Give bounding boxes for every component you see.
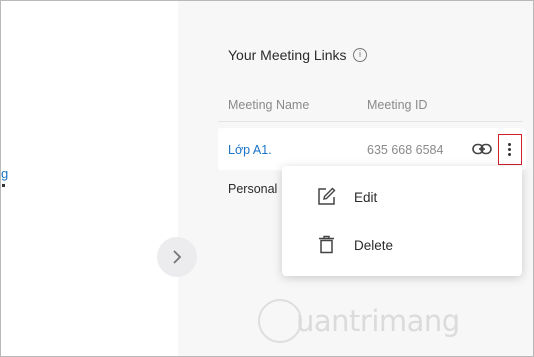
more-dot — [508, 148, 511, 151]
chevron-right-icon — [173, 250, 182, 264]
more-dot — [508, 153, 511, 156]
more-dot — [508, 143, 511, 146]
trash-icon — [317, 235, 336, 259]
more-options-button[interactable] — [498, 134, 522, 165]
table-row[interactable]: Lớp A1. 635 668 6584 — [218, 128, 526, 170]
context-menu: Edit Delete — [282, 166, 522, 276]
menu-item-delete[interactable]: Delete — [282, 223, 522, 267]
column-header-meeting-name: Meeting Name — [228, 98, 310, 112]
left-link[interactable]: g — [1, 166, 8, 181]
meeting-name-link[interactable]: Lớp A1. — [228, 143, 272, 157]
header-divider — [218, 121, 523, 122]
watermark-text: uantrimang — [296, 304, 460, 338]
menu-item-label: Edit — [354, 190, 378, 205]
meeting-name-link[interactable]: Personal M — [228, 182, 281, 196]
window: g Your Meeting Links i Meeting Name Meet… — [0, 0, 534, 357]
collapse-arrow-button[interactable] — [157, 237, 197, 277]
menu-item-label: Delete — [354, 238, 394, 253]
copy-link-icon[interactable] — [472, 141, 492, 162]
section-title: Your Meeting Links — [228, 47, 347, 63]
edit-icon — [317, 187, 336, 211]
menu-item-edit[interactable]: Edit — [282, 175, 522, 219]
meeting-id: 635 668 6584 — [367, 143, 444, 157]
watermark: uantrimang — [256, 297, 476, 343]
info-icon[interactable]: i — [353, 48, 367, 62]
left-pane: g — [1, 1, 178, 356]
left-bullet — [2, 184, 5, 187]
column-header-meeting-id: Meeting ID — [367, 98, 428, 112]
